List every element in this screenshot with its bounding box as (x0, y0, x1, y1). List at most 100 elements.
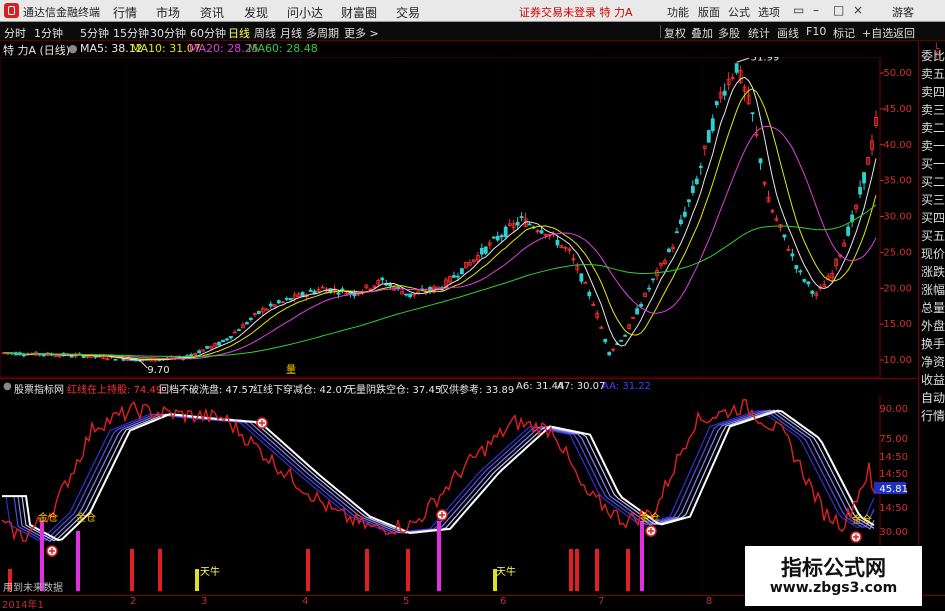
tab-period-1min[interactable]: 1分钟 (34, 25, 63, 41)
panel-eps[interactable]: 收益 (921, 373, 945, 387)
function-button[interactable]: 功能 (667, 4, 689, 20)
panel-buy5[interactable]: 买五 (921, 229, 945, 243)
candle-body (682, 211, 687, 217)
panel-volume[interactable]: 总量 (921, 301, 945, 315)
x-tick-label: 5 (403, 596, 410, 607)
panel-buy1[interactable]: 买一 (921, 157, 945, 171)
candle-body (256, 310, 261, 314)
minimize-icon[interactable]: – (813, 3, 819, 17)
price-tick-label: 20.00 (883, 283, 912, 294)
candle-body (706, 130, 711, 143)
tab-period-15min[interactable]: 15分钟 (113, 25, 149, 41)
formula-button[interactable]: 公式 (728, 4, 750, 20)
signal-bar (130, 549, 134, 591)
candle-body (555, 239, 560, 246)
panel-change-pct[interactable]: 涨幅 (921, 283, 945, 297)
watermark-box: 指标公式网 www.zbgs3.com (745, 546, 922, 606)
main-chart-legend: 特 力A (日线) ● MA5: 38.12 MA10: 31.07 MA20:… (0, 41, 945, 57)
candle-body (515, 221, 520, 226)
candle-body (22, 354, 26, 357)
f10-button[interactable]: F10 (806, 25, 826, 38)
mark-button[interactable]: 标记 (833, 25, 855, 41)
candle-body (647, 287, 651, 290)
menu-item-wealth[interactable]: 财富圈 (341, 4, 377, 21)
candle-body (221, 339, 225, 343)
candle-body (794, 265, 799, 269)
draw-line-button[interactable]: 画线 (777, 25, 799, 41)
close-icon[interactable]: × (853, 3, 863, 17)
signal-bar (626, 549, 630, 591)
tianniu-tag: 天牛 (200, 565, 220, 578)
menu-item-ask[interactable]: 问小达 (287, 4, 323, 21)
candlesticks (2, 63, 878, 363)
x-tick-label: 8 (706, 596, 713, 607)
panel-weibi[interactable]: 委比 (921, 49, 945, 63)
panel-change[interactable]: 涨跌 (921, 265, 945, 279)
add-watchlist-button[interactable]: +自选 (862, 25, 893, 41)
panel-buy3[interactable]: 买三 (921, 193, 945, 207)
panel-outer[interactable]: 外盘 (921, 319, 945, 333)
panel-buy4[interactable]: 买四 (921, 211, 945, 225)
indicator-settings-icon[interactable]: ● (3, 381, 12, 392)
options-button[interactable]: 选项 (758, 4, 780, 20)
panel-sell5[interactable]: 卖五 (921, 67, 945, 81)
price-low-label: 9.70 (147, 365, 169, 376)
maximize-icon[interactable]: □ (833, 3, 844, 17)
menu-item-news[interactable]: 资讯 (200, 4, 224, 21)
candle-body (603, 338, 608, 343)
tianniu-tag: 天牛 (496, 565, 516, 578)
candle-body (225, 338, 229, 341)
candle-body (846, 226, 851, 236)
candle-body (495, 235, 500, 241)
panel-net-asset[interactable]: 净资 (921, 355, 945, 369)
candle-body (862, 172, 866, 184)
menu-item-trade[interactable]: 交易 (396, 4, 420, 21)
tab-period-multi[interactable]: 多周期 (306, 25, 339, 41)
tab-period-monthly[interactable]: 月线 (280, 25, 302, 41)
candle-body (276, 300, 281, 304)
candle-body (802, 279, 807, 282)
settings-dot-icon[interactable]: ● (68, 42, 78, 55)
price-high-label: 51.99 (751, 57, 780, 63)
restore-icon[interactable]: ▭ (793, 3, 804, 17)
tab-period-more[interactable]: 更多 > (344, 25, 379, 41)
tab-period-weekly[interactable]: 周线 (254, 25, 276, 41)
signal-bar (406, 549, 410, 591)
layout-button[interactable]: 版面 (698, 4, 720, 20)
panel-sell2[interactable]: 卖二 (921, 121, 945, 135)
panel-turnover[interactable]: 换手 (921, 337, 945, 351)
tab-period-60min[interactable]: 60分钟 (190, 25, 226, 41)
tab-period-daily[interactable]: 日线 (228, 25, 250, 41)
panel-buy2[interactable]: 买二 (921, 175, 945, 189)
candle-body (396, 286, 401, 289)
menu-item-market[interactable]: 市场 (156, 4, 180, 21)
statistics-button[interactable]: 统计 (748, 25, 770, 41)
candle-body (690, 185, 695, 193)
panel-quotes[interactable]: 行情 (921, 409, 945, 423)
overlay-button[interactable]: 叠加 (691, 25, 713, 41)
candle-body (607, 351, 612, 356)
jincang-tag: 金仓 (852, 513, 872, 526)
panel-sell3[interactable]: 卖三 (921, 103, 945, 117)
candle-body (675, 231, 679, 234)
panel-price[interactable]: 现价 (921, 247, 945, 261)
candle-body (503, 226, 508, 237)
tab-period-5min[interactable]: 5分钟 (80, 25, 109, 41)
x-tick-label: 3 (201, 596, 208, 607)
adjust-button[interactable]: 复权 (664, 25, 686, 41)
menu-item-quotes[interactable]: 行情 (113, 4, 137, 21)
panel-auto[interactable]: 自动 (921, 391, 945, 405)
price-tick-label: 10.00 (883, 355, 912, 366)
panel-sell1[interactable]: 卖一 (921, 139, 945, 153)
x-tick-label: 4 (302, 596, 309, 607)
back-button[interactable]: 返回 (893, 25, 915, 41)
kline-chart[interactable]: 50.00 45.00 40.00 35.00 30.00 25.00 20.00 15.00… (0, 57, 918, 595)
guest-label[interactable]: 游客 (892, 4, 914, 20)
panel-sell4[interactable]: 卖四 (921, 85, 945, 99)
login-warning[interactable]: 证券交易未登录 特 力A (519, 4, 633, 20)
tab-period-timeshare[interactable]: 分时 (4, 25, 26, 41)
multi-stock-button[interactable]: 多股 (718, 25, 740, 41)
price-tick-label: 30.00 (883, 212, 912, 223)
tab-period-30min[interactable]: 30分钟 (150, 25, 186, 41)
menu-item-discover[interactable]: 发现 (244, 4, 268, 21)
